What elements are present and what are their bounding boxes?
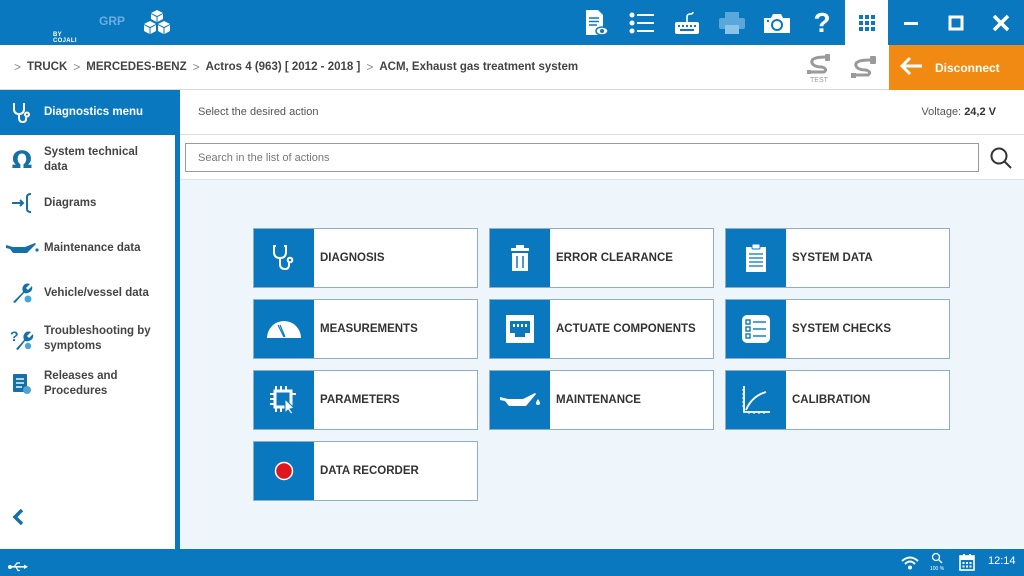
search-input[interactable] (185, 143, 979, 172)
omega-icon: Ω (11, 146, 33, 174)
tile-actuate-components[interactable]: ACTUATE COMPONENTS (489, 299, 714, 359)
connector-icon (490, 300, 550, 358)
tile-system-checks[interactable]: SYSTEM CHECKS (725, 299, 950, 359)
curve-chart-icon (726, 371, 786, 429)
main-header: Select the desired action Voltage: 24,2 … (180, 90, 1024, 135)
disconnect-button[interactable]: Disconnect (889, 45, 1024, 90)
list-icon[interactable] (620, 0, 664, 45)
clock: 12:14 (988, 555, 1016, 567)
svg-text:?: ? (10, 328, 19, 344)
wifi-icon[interactable] (901, 555, 919, 574)
camera-icon[interactable] (755, 0, 799, 45)
sidebar-item-troubleshooting[interactable]: ? Troubleshooting by symptoms (0, 322, 175, 356)
sidebar-item-releases-procedures[interactable]: Releases and Procedures (0, 367, 175, 401)
help-icon[interactable]: ? (800, 0, 844, 45)
stethoscope-icon (254, 229, 314, 287)
sidebar-item-vehicle-vessel-data[interactable]: Vehicle/vessel data (0, 280, 175, 306)
tile-maintenance[interactable]: MAINTENANCE (489, 370, 714, 430)
breadcrumb-item[interactable]: ACM, Exhaust gas treatment system (379, 61, 578, 73)
document-view-icon[interactable] (574, 0, 618, 45)
checklist-icon (726, 300, 786, 358)
tile-measurements[interactable]: MEASUREMENTS (253, 299, 478, 359)
breadcrumb: > TRUCK > MERCEDES-BENZ > Actros 4 (963)… (14, 60, 579, 74)
sidebar-item-diagnostics-menu[interactable]: Diagnostics menu (0, 90, 180, 135)
main-panel: Select the desired action Voltage: 24,2 … (180, 90, 1024, 549)
product-label: GRP (99, 14, 126, 28)
connection-test-icon[interactable]: TEST (806, 53, 834, 87)
clipboard-icon (726, 229, 786, 287)
tile-calibration[interactable]: CALIBRATION (725, 370, 950, 430)
diagram-icon (0, 192, 44, 214)
svg-text:TEST: TEST (810, 77, 829, 83)
zoom-indicator[interactable]: 100 % (930, 552, 944, 572)
breadcrumb-item[interactable]: Actros 4 (963) [ 2012 - 2018 ] (206, 61, 361, 73)
minimize-icon[interactable] (889, 0, 933, 45)
tile-error-clearance[interactable]: ERROR CLEARANCE (489, 228, 714, 288)
procedures-icon (0, 372, 44, 396)
keyboard-icon[interactable] (665, 0, 709, 45)
sidebar-item-diagrams[interactable]: Diagrams (0, 190, 175, 216)
sidebar: Diagnostics menu Ω System technical data… (0, 90, 180, 549)
trash-icon (490, 229, 550, 287)
tile-system-data[interactable]: SYSTEM DATA (725, 228, 950, 288)
breadcrumb-item[interactable]: TRUCK (27, 61, 67, 73)
calendar-icon[interactable] (959, 554, 975, 575)
cubes-icon[interactable] (143, 9, 171, 40)
chevron-left-icon[interactable] (12, 508, 26, 530)
maximize-icon[interactable] (934, 0, 978, 45)
oil-can-icon (490, 371, 550, 429)
tile-parameters[interactable]: PARAMETERS (253, 370, 478, 430)
chip-cursor-icon (254, 371, 314, 429)
tile-diagnosis[interactable]: DIAGNOSIS (253, 228, 478, 288)
search-icon[interactable] (988, 145, 1014, 171)
instruction-text: Select the desired action (198, 106, 319, 118)
apps-grid-icon[interactable] (845, 0, 888, 45)
sidebar-item-maintenance-data[interactable]: Maintenance data (0, 235, 175, 261)
gauge-icon (254, 300, 314, 358)
top-bar: jaltest BY COJALI GRP ? (0, 0, 1024, 557)
printer-icon[interactable] (710, 0, 754, 45)
record-icon (254, 442, 314, 500)
arrow-left-icon (899, 56, 923, 80)
sidebar-item-system-technical-data[interactable]: Ω System technical data (0, 142, 175, 178)
usb-icon (8, 557, 28, 576)
close-icon[interactable] (979, 0, 1023, 45)
tile-data-recorder[interactable]: DATA RECORDER (253, 441, 478, 501)
stethoscope-icon (0, 102, 44, 124)
status-bar: 100 % 12:14 (0, 549, 1024, 576)
wrench-icon (0, 282, 44, 304)
troubleshoot-icon: ? (0, 327, 44, 351)
connection-link-icon[interactable] (850, 55, 878, 85)
search-row (180, 135, 1024, 180)
voltage-readout: Voltage: 24,2 V (921, 106, 996, 118)
oil-can-icon (0, 240, 44, 256)
breadcrumb-item[interactable]: MERCEDES-BENZ (86, 61, 186, 73)
